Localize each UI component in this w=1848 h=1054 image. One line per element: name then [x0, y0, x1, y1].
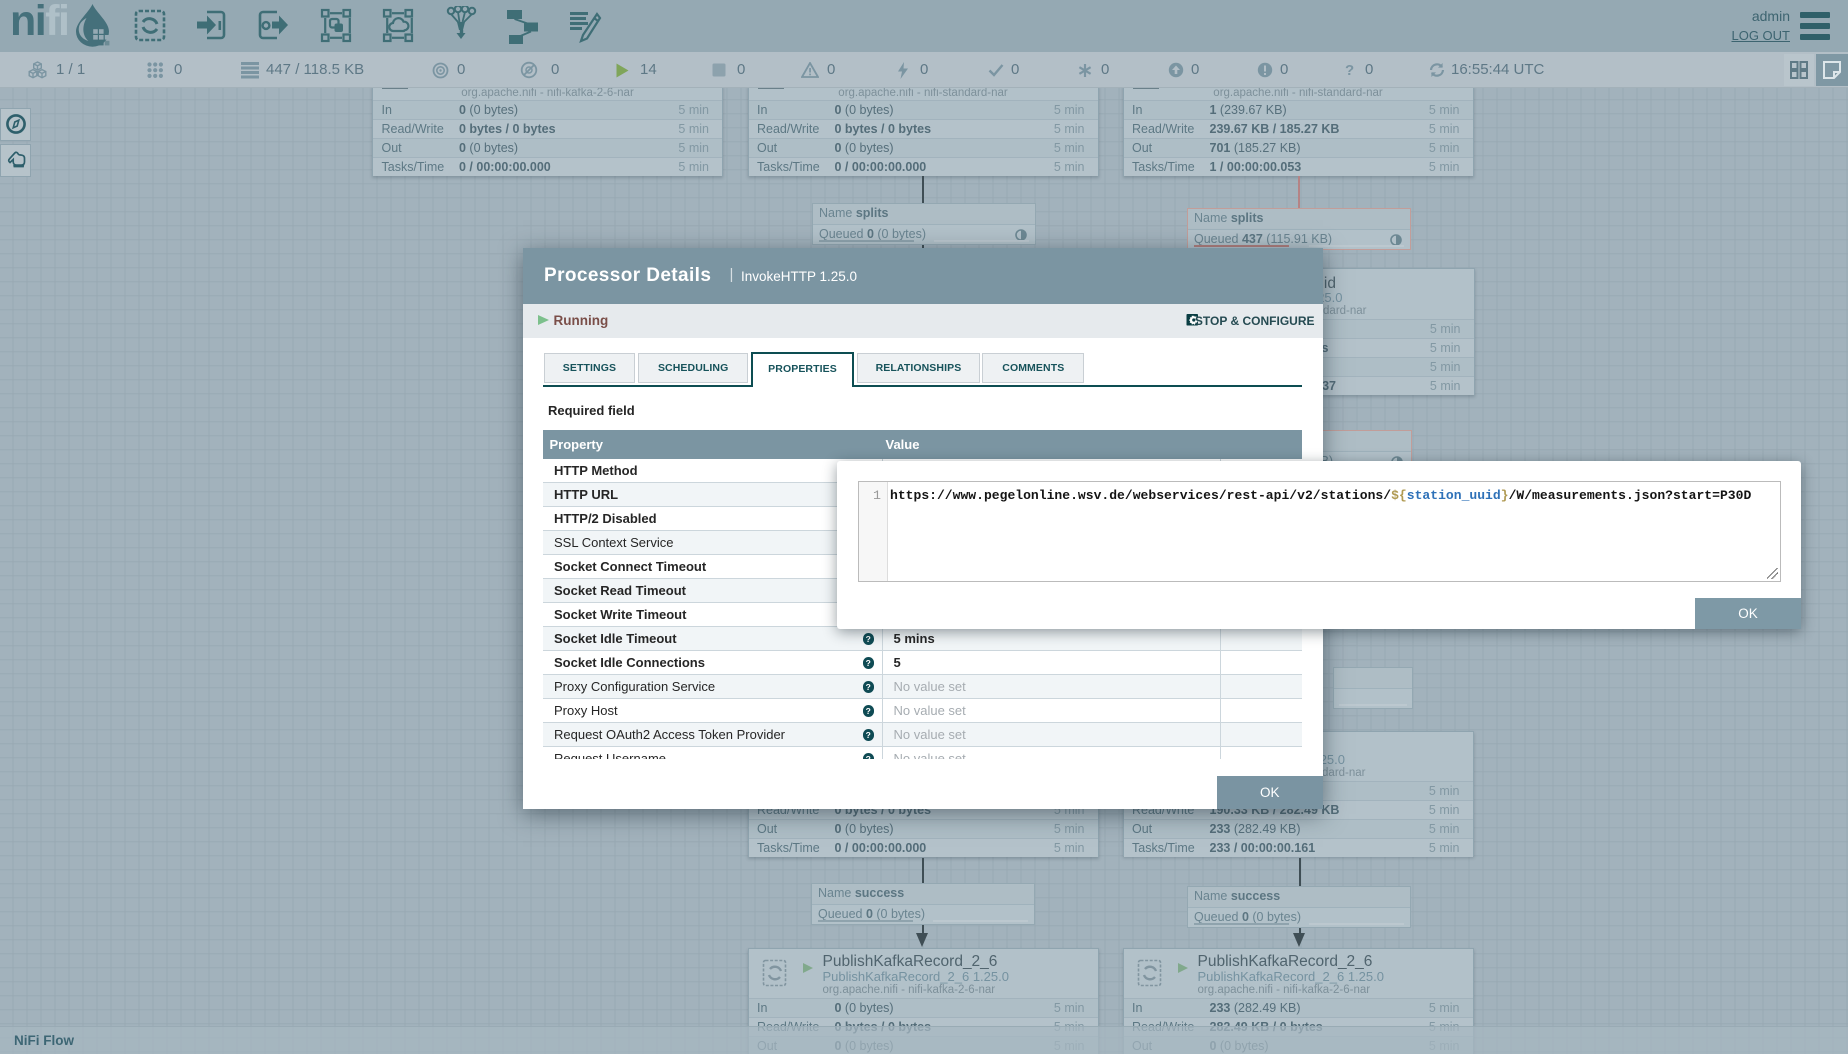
svg-text:?: ?: [1345, 62, 1354, 78]
